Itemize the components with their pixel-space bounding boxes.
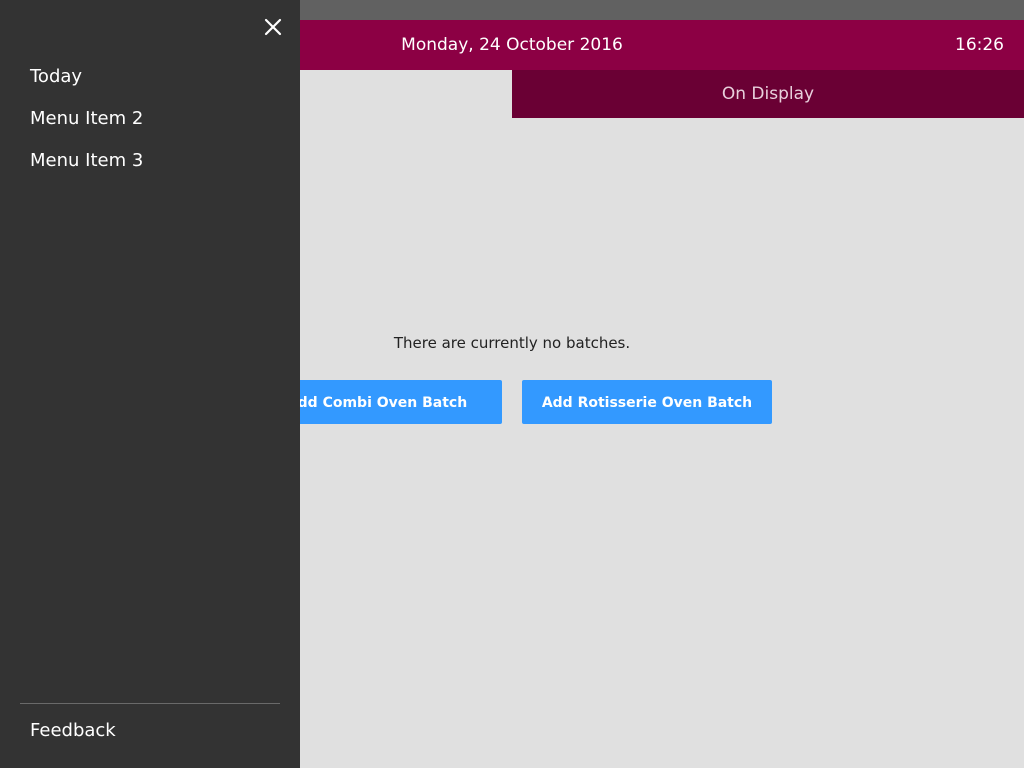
drawer-item-feedback[interactable]: Feedback xyxy=(30,720,116,741)
close-icon[interactable] xyxy=(262,16,284,38)
drawer-divider xyxy=(20,703,280,704)
app-screen: Monday, 24 October 2016 16:26 n On Displ… xyxy=(0,0,1024,768)
drawer-item-today[interactable]: Today xyxy=(30,66,82,87)
tab-on-display[interactable]: On Display xyxy=(512,70,1024,118)
add-rotisserie-oven-batch-button[interactable]: Add Rotisserie Oven Batch xyxy=(522,380,772,424)
drawer-item-menu-item-2[interactable]: Menu Item 2 xyxy=(30,108,143,129)
drawer-item-menu-item-3[interactable]: Menu Item 3 xyxy=(30,150,143,171)
header-time: 16:26 xyxy=(955,35,1004,55)
navigation-drawer: Today Menu Item 2 Menu Item 3 Feedback xyxy=(0,0,300,768)
